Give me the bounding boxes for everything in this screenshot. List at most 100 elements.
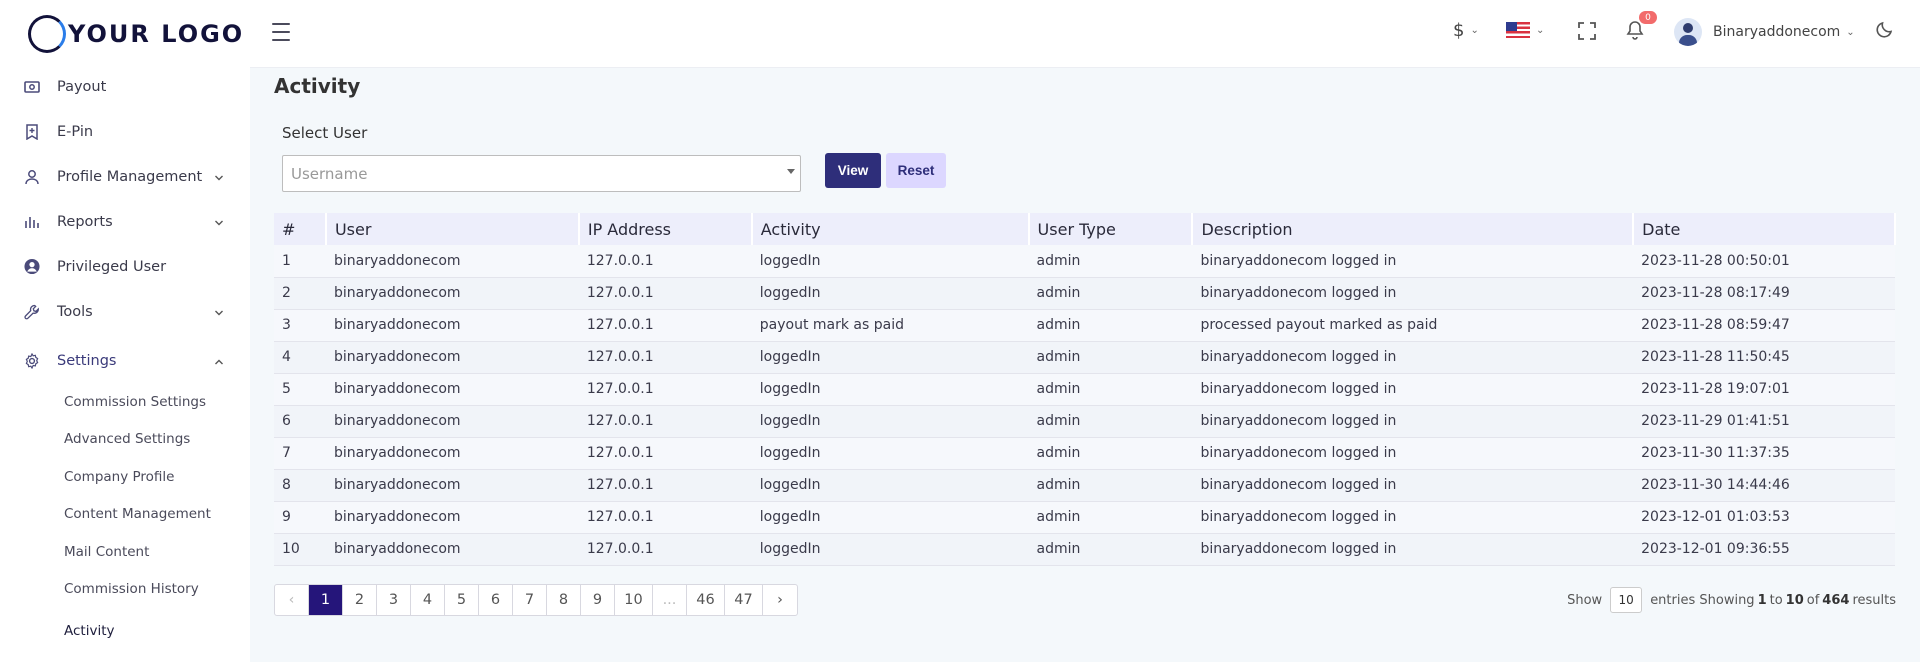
previous-page-button[interactable]: ‹ <box>275 585 309 615</box>
table-cell: 2023-11-29 01:41:51 <box>1641 413 1790 429</box>
show-label: Show <box>1567 592 1603 608</box>
table-cell: binaryaddonecom logged in <box>1200 285 1397 301</box>
menu-toggle-icon[interactable] <box>272 23 290 41</box>
table-cell: 8 <box>282 477 291 493</box>
table-row: 3 binaryaddonecom 127.0.0.1 payout mark as … <box>274 309 1895 341</box>
table-cell: 10 <box>282 541 300 557</box>
language-dropdown[interactable]: ⌄ <box>1506 22 1544 38</box>
sidebar-item-tools[interactable]: Tools <box>0 289 250 334</box>
table-cell: binaryaddonecom <box>333 285 461 301</box>
table-row: 4 binaryaddonecom 127.0.0.1 loggedIn admin bi… <box>274 341 1895 373</box>
table-cell: 4 <box>282 349 291 365</box>
table-cell: loggedIn <box>759 541 821 557</box>
page-button-1[interactable]: 1 <box>309 585 343 615</box>
sidebar-item-settings[interactable]: Settings <box>0 338 250 383</box>
reset-button[interactable]: Reset <box>886 153 946 188</box>
entries-from: 1 <box>1757 592 1767 608</box>
wrench-icon <box>24 304 40 320</box>
page-button-2[interactable]: 2 <box>343 585 377 615</box>
table-row: 10 binaryaddonecom 127.0.0.1 loggedIn admin b… <box>274 533 1895 565</box>
sidebar-item-label: Profile Management <box>57 168 203 185</box>
sidebar-item-profile-management[interactable]: Profile Management <box>0 154 250 199</box>
table-cell: payout mark as paid <box>759 317 904 333</box>
sidebar-subitem-advanced-settings[interactable]: Advanced Settings <box>0 421 250 459</box>
currency-dropdown[interactable]: $ ⌄ <box>1453 20 1479 41</box>
table-cell: 2023-11-30 14:44:46 <box>1641 477 1790 493</box>
page-button-3[interactable]: 3 <box>377 585 411 615</box>
username-select[interactable]: Username <box>282 155 801 192</box>
column-header: # <box>274 213 327 245</box>
sidebar-subitem-activity[interactable]: Activity <box>0 612 250 650</box>
table-cell: 127.0.0.1 <box>586 317 654 333</box>
logo-text: YOUR LOGO <box>68 20 245 48</box>
chevron-down-icon: ⌄ <box>1470 25 1479 36</box>
sidebar-subitem-mail-content[interactable]: Mail Content <box>0 533 250 571</box>
table-cell: binaryaddonecom <box>333 541 461 557</box>
notification-bell-icon[interactable] <box>1626 20 1644 44</box>
table-cell: 2023-11-28 19:07:01 <box>1641 381 1790 397</box>
sidebar-item-label: Tools <box>57 303 93 320</box>
user-circle-icon <box>24 258 40 275</box>
entries-of-word: of <box>1806 592 1820 608</box>
pagination: ‹ 1 2 3 4 5 6 7 8 9 10... 46 47 › <box>274 584 798 616</box>
page-button-9[interactable]: 9 <box>581 585 615 615</box>
table-cell: 2 <box>282 285 291 301</box>
sidebar-subitem-commission-history[interactable]: Commission History <box>0 571 250 609</box>
table-cell: binaryaddonecom logged in <box>1200 381 1397 397</box>
activity-table: # User IP Address Activity User Type Descript… <box>274 213 1896 566</box>
table-cell: binaryaddonecom <box>333 381 461 397</box>
fullscreen-icon[interactable] <box>1578 22 1596 44</box>
entries-to: 10 <box>1785 592 1804 608</box>
table-cell: binaryaddonecom logged in <box>1200 252 1397 269</box>
sidebar-subitem-commission-settings[interactable]: Commission Settings <box>0 383 250 421</box>
column-header: Date <box>1633 213 1896 245</box>
column-header: User <box>325 213 580 245</box>
sidebar-item-label: E-Pin <box>57 123 94 140</box>
avatar <box>1674 18 1702 46</box>
logo[interactable]: YOUR LOGO <box>28 14 244 54</box>
column-header: IP Address <box>578 213 753 245</box>
next-page-button[interactable]: › <box>763 585 797 615</box>
table-cell: binaryaddonecom logged in <box>1200 413 1397 429</box>
table-row: 1 binaryaddonecom 127.0.0.1 loggedIn admin bi… <box>274 245 1895 277</box>
page-button-4[interactable]: 4 <box>411 585 445 615</box>
chevron-down-icon <box>214 170 224 186</box>
table-cell: 2023-11-28 00:50:01 <box>1641 252 1790 269</box>
payout-icon <box>24 79 40 95</box>
table-cell: 2023-11-28 08:59:47 <box>1641 317 1790 333</box>
sidebar-subitem-company-profile[interactable]: Company Profile <box>0 458 250 496</box>
sidebar-item-epin[interactable]: E-Pin <box>0 109 250 154</box>
page-button-46[interactable]: 46 <box>687 585 725 615</box>
per-page-select[interactable]: 10 <box>1610 587 1643 613</box>
sidebar-item-privileged-user[interactable]: Privileged User <box>0 244 250 289</box>
notification-count-badge: 0 <box>1639 11 1657 24</box>
user-menu-dropdown[interactable]: Binaryaddonecom ⌄ <box>1674 18 1855 46</box>
view-button[interactable]: View <box>825 153 881 188</box>
page-button-47[interactable]: 47 <box>725 585 763 615</box>
entries-info: Show 10 entries Showing 1 to 10 of 464 r… <box>1567 587 1896 613</box>
page-button-8[interactable]: 8 <box>547 585 581 615</box>
pagination-ellipsis: ... <box>653 585 687 615</box>
table-cell: admin <box>1036 413 1081 429</box>
entries-total: 464 <box>1822 592 1850 608</box>
sidebar-item-label: Reports <box>57 213 113 230</box>
table-cell: 127.0.0.1 <box>586 349 654 365</box>
table-cell: binaryaddonecom <box>333 477 461 493</box>
table-cell: binaryaddonecom logged in <box>1200 477 1397 493</box>
table-header-row: # User IP Address Activity User Type Descript… <box>274 213 1896 245</box>
sidebar-item-payout[interactable]: Payout <box>0 64 250 109</box>
page-button-7[interactable]: 7 <box>513 585 547 615</box>
table-cell: 2023-11-28 08:17:49 <box>1641 285 1790 301</box>
sidebar-item-reports[interactable]: Reports <box>0 199 250 244</box>
table-row: 9 binaryaddonecom 127.0.0.1 loggedIn admin bi… <box>274 501 1895 533</box>
page-button-10[interactable]: 10 <box>615 585 653 615</box>
column-header: User Type <box>1028 213 1194 245</box>
page-button-5[interactable]: 5 <box>445 585 479 615</box>
table-cell: loggedIn <box>759 381 821 397</box>
table-cell: admin <box>1036 285 1081 301</box>
table-cell: 2023-12-01 09:36:55 <box>1641 541 1790 557</box>
page-button-6[interactable]: 6 <box>479 585 513 615</box>
dark-mode-toggle-icon[interactable] <box>1876 20 1894 42</box>
column-header: Description <box>1192 213 1635 245</box>
sidebar-subitem-content-management[interactable]: Content Management <box>0 496 250 534</box>
